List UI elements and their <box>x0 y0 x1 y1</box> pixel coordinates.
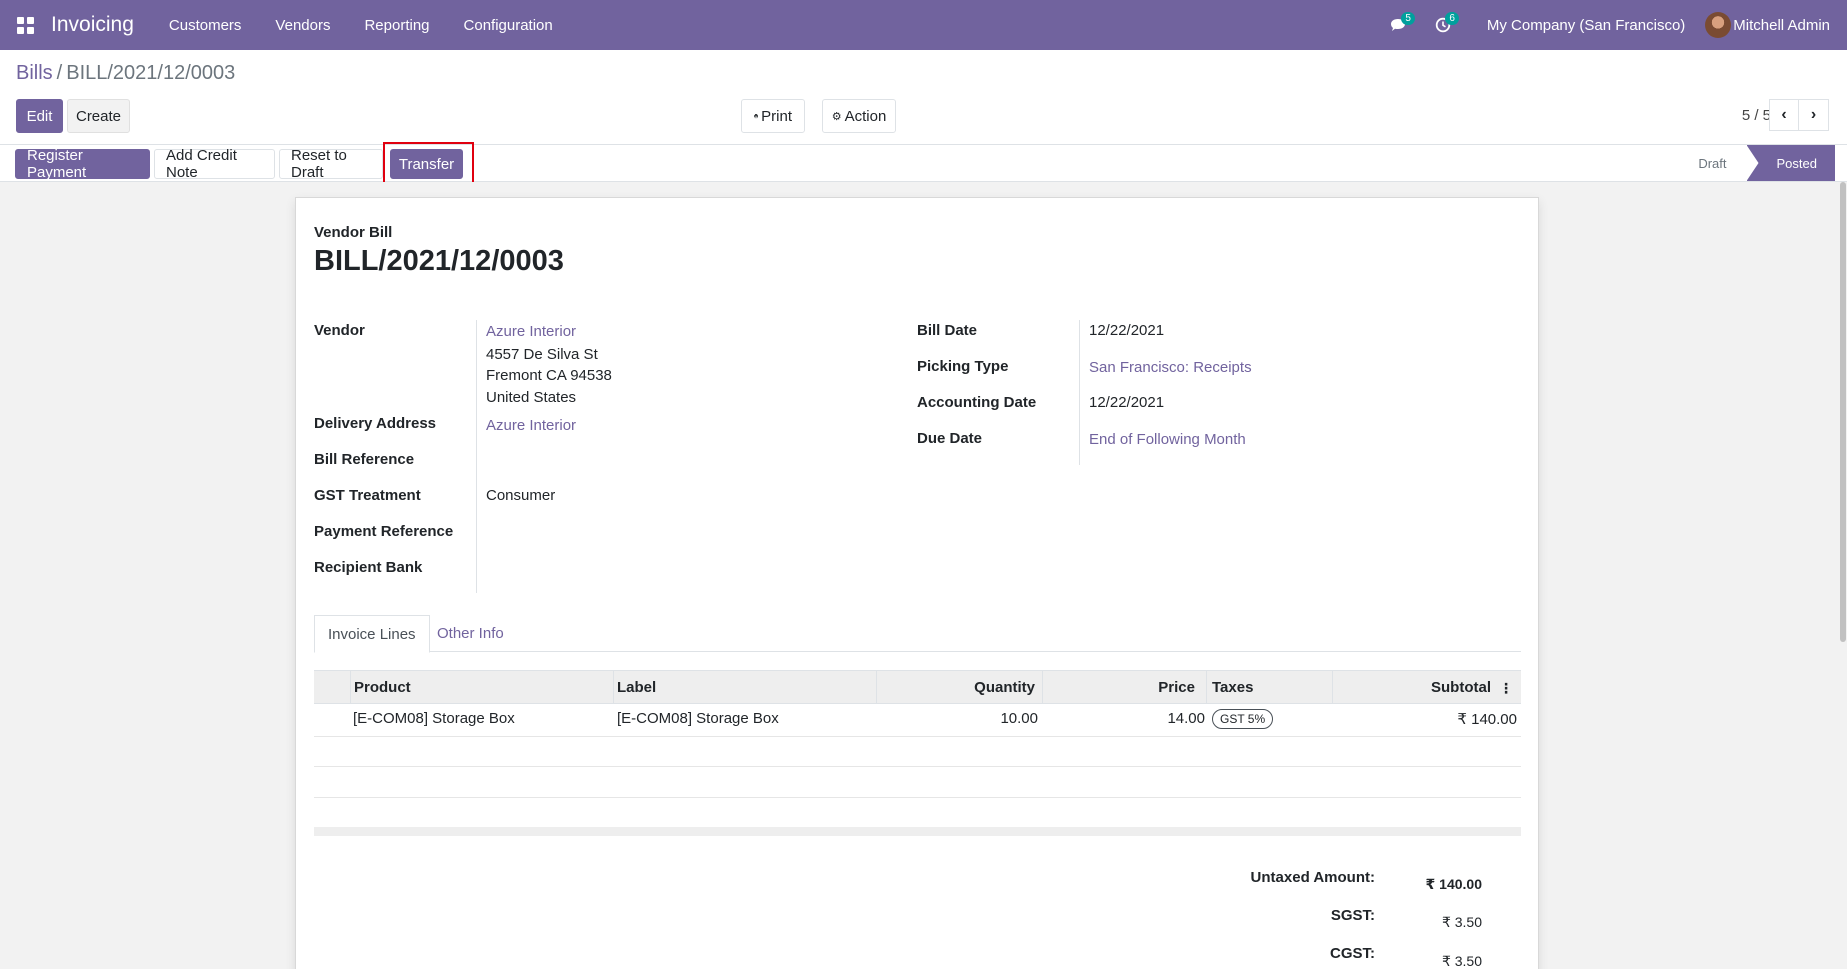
status-states: Draft Posted <box>1698 145 1835 181</box>
column-taxes[interactable]: Taxes <box>1206 671 1332 704</box>
user-menu[interactable]: Mitchell Admin <box>1705 12 1847 38</box>
top-navbar: Invoicing Customers Vendors Reporting Co… <box>0 0 1847 50</box>
systray: 5 6 My Company (San Francisco) Mitchell … <box>1377 0 1847 50</box>
add-credit-note-button[interactable]: Add Credit Note <box>154 147 275 181</box>
breadcrumb-bills-link[interactable]: Bills <box>16 62 53 85</box>
print-label: Print <box>761 107 792 125</box>
vendor-address-line1: 4557 De Silva St <box>486 346 598 363</box>
vendor-address-line3: United States <box>486 389 577 406</box>
pager-buttons: ‹ › <box>1769 99 1829 131</box>
right-group-divider <box>1079 320 1080 465</box>
cgst-label: CGST: <box>1330 945 1375 962</box>
main-menu: Customers Vendors Reporting Configuratio… <box>152 17 570 34</box>
gst-treatment-label: GST Treatment <box>314 487 421 504</box>
reset-to-draft-button[interactable]: Reset to Draft <box>279 147 383 181</box>
cgst-value: ₹ 3.50 <box>1441 953 1482 969</box>
state-posted: Posted <box>1746 145 1835 181</box>
vendor-label: Vendor <box>314 322 365 339</box>
pager-previous-button[interactable]: ‹ <box>1769 99 1799 131</box>
action-label: Action <box>844 107 887 125</box>
pager-next-button[interactable]: › <box>1799 99 1829 131</box>
menu-customers[interactable]: Customers <box>152 17 259 34</box>
row-quantity[interactable]: 10.00 <box>990 710 1038 727</box>
user-name: Mitchell Admin <box>1733 16 1830 34</box>
transfer-highlight-box <box>383 142 474 187</box>
activities-badge: 6 <box>1445 12 1459 25</box>
vendor-address-line2: Fremont CA 94538 <box>486 367 612 384</box>
column-quantity[interactable]: Quantity <box>876 671 1042 704</box>
optional-columns-icon[interactable]: ⋮ <box>1499 680 1513 697</box>
chevron-right-icon: › <box>1810 106 1817 123</box>
menu-configuration[interactable]: Configuration <box>447 17 570 34</box>
breadcrumb-current: BILL/2021/12/0003 <box>66 62 236 84</box>
notebook-tabs: Invoice Lines Other Info <box>314 615 1521 653</box>
form-sheet <box>295 197 1539 969</box>
create-button[interactable]: Create <box>67 99 130 133</box>
tab-other-info[interactable]: Other Info <box>424 615 517 652</box>
column-price[interactable]: Price <box>1042 671 1206 704</box>
row-divider <box>314 736 1521 737</box>
row-tax-tag[interactable]: GST 5% <box>1212 709 1274 729</box>
due-date-label: Due Date <box>917 430 983 447</box>
column-subtotal[interactable]: Subtotal <box>1332 671 1521 704</box>
state-draft: Draft <box>1698 155 1727 171</box>
row-divider <box>314 766 1521 767</box>
sgst-label: SGST: <box>1330 907 1375 924</box>
breadcrumb-separator: / <box>56 62 63 84</box>
table-footer <box>314 827 1521 836</box>
row-price[interactable]: 14.00 <box>1155 710 1205 727</box>
gst-treatment-field[interactable]: Consumer <box>486 487 555 504</box>
messages-badge: 5 <box>1401 12 1415 25</box>
invoice-lines-header: Product Label Quantity Price Taxes Subto… <box>314 670 1521 704</box>
scrollbar-thumb[interactable] <box>1840 182 1846 642</box>
print-button[interactable]: Print <box>741 99 805 133</box>
apps-menu-icon[interactable] <box>0 0 50 50</box>
status-bar: Register Payment Add Credit Note Reset t… <box>0 144 1847 182</box>
tab-invoice-lines[interactable]: Invoice Lines <box>314 615 430 653</box>
row-product[interactable]: [E-COM08] Storage Box <box>353 710 515 727</box>
accounting-date-field[interactable]: 12/22/2021 <box>1089 394 1164 411</box>
action-button[interactable]: ⚙ Action <box>822 99 896 133</box>
row-divider <box>314 797 1521 798</box>
breadcrumb: Bills / BILL/2021/12/0003 <box>16 62 235 85</box>
pager-value[interactable]: 5 / 5 <box>1742 107 1771 124</box>
column-label[interactable]: Label <box>613 671 876 704</box>
register-payment-button[interactable]: Register Payment <box>15 147 150 181</box>
row-subtotal: ₹ 140.00 <box>1457 711 1517 728</box>
untaxed-amount-label: Untaxed Amount: <box>1250 869 1375 886</box>
picking-type-field[interactable]: San Francisco: Receipts <box>1089 359 1252 376</box>
company-switcher[interactable]: My Company (San Francisco) <box>1465 17 1705 34</box>
avatar <box>1705 12 1732 38</box>
messaging-icon[interactable]: 5 <box>1377 0 1421 50</box>
bill-reference-label: Bill Reference <box>314 451 415 468</box>
delivery-address-label: Delivery Address <box>314 415 437 432</box>
chevron-left-icon: ‹ <box>1781 106 1787 123</box>
picking-type-label: Picking Type <box>917 358 1009 375</box>
untaxed-amount-value: ₹ 140.00 <box>1425 876 1482 892</box>
app-name[interactable]: Invoicing <box>51 13 134 37</box>
payment-reference-label: Payment Reference <box>314 523 454 540</box>
activity-clock-icon[interactable]: 6 <box>1421 0 1465 50</box>
menu-reporting[interactable]: Reporting <box>347 17 446 34</box>
document-name: BILL/2021/12/0003 <box>314 245 564 277</box>
recipient-bank-label: Recipient Bank <box>314 559 423 576</box>
sgst-value: ₹ 3.50 <box>1441 914 1482 930</box>
accounting-date-label: Accounting Date <box>917 394 1037 411</box>
row-label[interactable]: [E-COM08] Storage Box <box>617 710 779 727</box>
delivery-address-field[interactable]: Azure Interior <box>486 417 576 434</box>
left-group-divider <box>476 320 477 593</box>
bill-date-label: Bill Date <box>917 322 978 339</box>
document-type: Vendor Bill <box>314 224 393 241</box>
vendor-field[interactable]: Azure Interior <box>486 323 576 340</box>
due-date-field[interactable]: End of Following Month <box>1089 431 1246 448</box>
column-product[interactable]: Product <box>350 671 613 704</box>
edit-button[interactable]: Edit <box>16 99 63 133</box>
gear-icon: ⚙ <box>831 110 842 123</box>
menu-vendors[interactable]: Vendors <box>258 17 347 34</box>
bill-date-field[interactable]: 12/22/2021 <box>1089 322 1164 339</box>
print-icon <box>754 114 759 119</box>
